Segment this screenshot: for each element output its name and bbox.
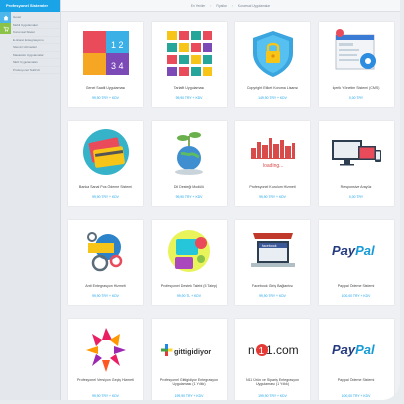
product-card[interactable]: PayPal Paypal Ödeme Sistemi 100,00 TRY +… bbox=[318, 220, 394, 305]
icons-grid-icon bbox=[160, 25, 219, 81]
product-price: 100,00 TRY + KDV bbox=[341, 294, 371, 298]
product-card[interactable]: Banka Sanal Pos Ödeme Sistemi 99,90 TRY … bbox=[68, 121, 143, 206]
product-name: İçerik Yönetim Sistemi (CMS) bbox=[332, 86, 380, 90]
product-name: Facebook Giriş Bağlantısı bbox=[251, 284, 294, 288]
credit-card-icon bbox=[76, 124, 135, 180]
svg-text:1: 1 bbox=[258, 346, 264, 357]
sidebar-item[interactable]: Sitemiz Hizmetleri bbox=[11, 44, 60, 52]
product-name: N11 Ürün ve Sipariş Entegrasyon Uygulama… bbox=[245, 378, 300, 387]
breadcrumb: En Yeniler › Fiyatlar › Kurumsal Uygulam… bbox=[61, 0, 400, 12]
product-price: 99,90 TRY + KDV bbox=[259, 294, 286, 298]
product-name: Tarlafit Uygulaması bbox=[173, 86, 205, 90]
product-card[interactable]: Profesyonel Destek Talebi (5 Talep) 99,9… bbox=[151, 220, 227, 305]
sidebar-rail bbox=[0, 12, 11, 74]
facebook-laptop-icon: facebook bbox=[243, 223, 302, 279]
arrows-burst-icon bbox=[76, 322, 135, 378]
product-price: 99,90 TRY + KDV bbox=[92, 195, 119, 199]
product-card[interactable]: Copyright Etiket Koruma Lisansı 149,90 T… bbox=[235, 22, 310, 107]
product-price: 99,90 TRY + KDV bbox=[92, 294, 119, 298]
product-name: Profesyonel Gittigidiyor Entegrasyon Uyg… bbox=[159, 378, 219, 387]
product-name: Profesyonel Versiyon Geçiş Hizmeti bbox=[77, 378, 134, 382]
sidebar-item[interactable]: E-ticaret Entegrasyonu bbox=[11, 37, 60, 44]
gears-icon bbox=[76, 223, 135, 279]
product-price: 99,90 TRY + KDV bbox=[92, 96, 119, 100]
product-card[interactable]: loading... Profesyonel Kurulum Hizmeti 9… bbox=[235, 121, 310, 206]
product-price: 0,00 TRY bbox=[348, 195, 364, 199]
cms-settings-icon bbox=[327, 25, 386, 81]
product-card[interactable]: Profesyonel Versiyon Geçiş Hizmeti 99,90… bbox=[68, 319, 143, 400]
sidebar-title: Profesyonel Sistemler bbox=[0, 0, 60, 12]
product-card[interactable]: Dil Desteği Modülü 99,90 TRY + KDV bbox=[151, 121, 227, 206]
shield-lock-icon bbox=[243, 25, 302, 81]
sidebar-item[interactable]: Kurumsal Siteler bbox=[11, 29, 60, 37]
paypal-logo: PayPal bbox=[327, 322, 386, 378]
n11-logo: n 1 1.com bbox=[243, 322, 302, 378]
sidebar-item[interactable]: Masaüstü Uygulamalar bbox=[11, 52, 60, 59]
product-price: 100,00 TRY + KDV bbox=[341, 394, 371, 398]
cart-icon bbox=[3, 26, 9, 32]
numbers-tiles-icon: 1 2 3 4 bbox=[76, 25, 135, 81]
product-grid: 1 2 3 4 Genel Saatli Uygulaması 99,90 TR… bbox=[68, 22, 398, 400]
product-price: 99,90 TRY + KDV bbox=[259, 195, 286, 199]
sidebar: Profesyonel Sistemler Genel Mobil Uygula… bbox=[0, 0, 61, 400]
svg-text:1 2: 1 2 bbox=[111, 40, 124, 50]
product-name: Copyright Etiket Koruma Lisansı bbox=[246, 86, 299, 90]
svg-text:3 4: 3 4 bbox=[111, 61, 124, 71]
product-name: Paypal Ödeme Sistemi bbox=[337, 284, 375, 288]
svg-text:PayPal: PayPal bbox=[332, 342, 375, 357]
product-price: 149,90 TRY + KDV bbox=[258, 96, 287, 100]
sidebar-item[interactable]: Profesyonel Teklif Al bbox=[11, 67, 60, 74]
product-card[interactable]: PayPal Paypal Ödeme Sistemi 100,00 TRY +… bbox=[318, 319, 394, 400]
breadcrumb-separator: › bbox=[231, 3, 233, 8]
gittigidiyor-logo: gittigidiyor bbox=[160, 322, 219, 378]
product-card[interactable]: gittigidiyor Profesyonel Gittigidiyor En… bbox=[151, 319, 227, 400]
skyline-loading-icon: loading... bbox=[243, 124, 302, 180]
product-price: 99,90 TL + KDV bbox=[176, 294, 202, 298]
product-name: Responsive Arayüz bbox=[340, 185, 372, 189]
paypal-logo: PayPal bbox=[327, 223, 386, 279]
home-rail-button[interactable] bbox=[0, 12, 11, 23]
product-name: Paypal Ödeme Sistemi bbox=[337, 378, 375, 382]
responsive-devices-icon bbox=[327, 124, 386, 180]
globe-plant-icon bbox=[160, 124, 219, 180]
product-card[interactable]: İçerik Yönetim Sistemi (CMS) 0,00 TRY bbox=[318, 22, 394, 107]
product-price: 0,00 TRY bbox=[348, 96, 364, 100]
breadcrumb-item[interactable]: Fiyatlar bbox=[216, 4, 226, 8]
product-price: 199,90 TRY + KDV bbox=[258, 394, 287, 398]
product-price: 99,90 TRY + KDV bbox=[175, 195, 203, 199]
support-headset-icon bbox=[160, 223, 219, 279]
product-price: 99,90 TRY + KDV bbox=[92, 394, 119, 398]
breadcrumb-item[interactable]: En Yeniler bbox=[191, 4, 205, 8]
product-card[interactable]: 1 2 3 4 Genel Saatli Uygulaması 99,90 TR… bbox=[68, 22, 143, 107]
svg-text:gittigidiyor: gittigidiyor bbox=[174, 347, 211, 356]
svg-text:PayPal: PayPal bbox=[332, 243, 375, 258]
product-name: Antt Entegrasyon Hizmeti bbox=[85, 284, 126, 288]
page-frame: Profesyonel Sistemler Genel Mobil Uygula… bbox=[0, 0, 400, 400]
product-name: Profesyonel Kurulum Hizmeti bbox=[249, 185, 296, 189]
product-name: Banka Sanal Pos Ödeme Sistemi bbox=[78, 185, 133, 189]
svg-text:n: n bbox=[248, 343, 255, 357]
product-card[interactable]: facebook Facebook Giriş Bağlantısı 99,90… bbox=[235, 220, 310, 305]
breadcrumb-item[interactable]: Kurumsal Uygulamalar bbox=[238, 4, 270, 8]
product-card[interactable]: Responsive Arayüz 0,00 TRY bbox=[318, 121, 394, 206]
sidebar-item[interactable]: SEO Uygulamaları bbox=[11, 59, 60, 67]
product-name: Dil Desteği Modülü bbox=[173, 185, 205, 189]
product-name: Genel Saatli Uygulaması bbox=[85, 86, 126, 90]
product-card[interactable]: Antt Entegrasyon Hizmeti 99,90 TRY + KDV bbox=[68, 220, 143, 305]
product-name: Profesyonel Destek Talebi (5 Talep) bbox=[160, 284, 218, 288]
product-card[interactable]: Tarlafit Uygulaması 99,90 TRY + KDV bbox=[151, 22, 227, 107]
svg-text:1.com: 1.com bbox=[266, 343, 299, 357]
sidebar-item[interactable]: Genel bbox=[11, 14, 60, 22]
cart-rail-button[interactable] bbox=[0, 23, 11, 34]
breadcrumb-separator: › bbox=[210, 3, 212, 8]
product-price: 99,90 TRY + KDV bbox=[175, 96, 203, 100]
product-price: 199,90 TRY + KDV bbox=[174, 394, 204, 398]
home-icon bbox=[3, 15, 8, 20]
svg-text:loading...: loading... bbox=[263, 163, 283, 169]
product-card[interactable]: n 1 1.com N11 Ürün ve Sipariş Entegrasyo… bbox=[235, 319, 310, 400]
svg-text:facebook: facebook bbox=[262, 244, 277, 248]
sidebar-menu: Genel Mobil Uygulamalar Kurumsal Siteler… bbox=[11, 12, 60, 74]
sidebar-item[interactable]: Mobil Uygulamalar bbox=[11, 22, 60, 29]
